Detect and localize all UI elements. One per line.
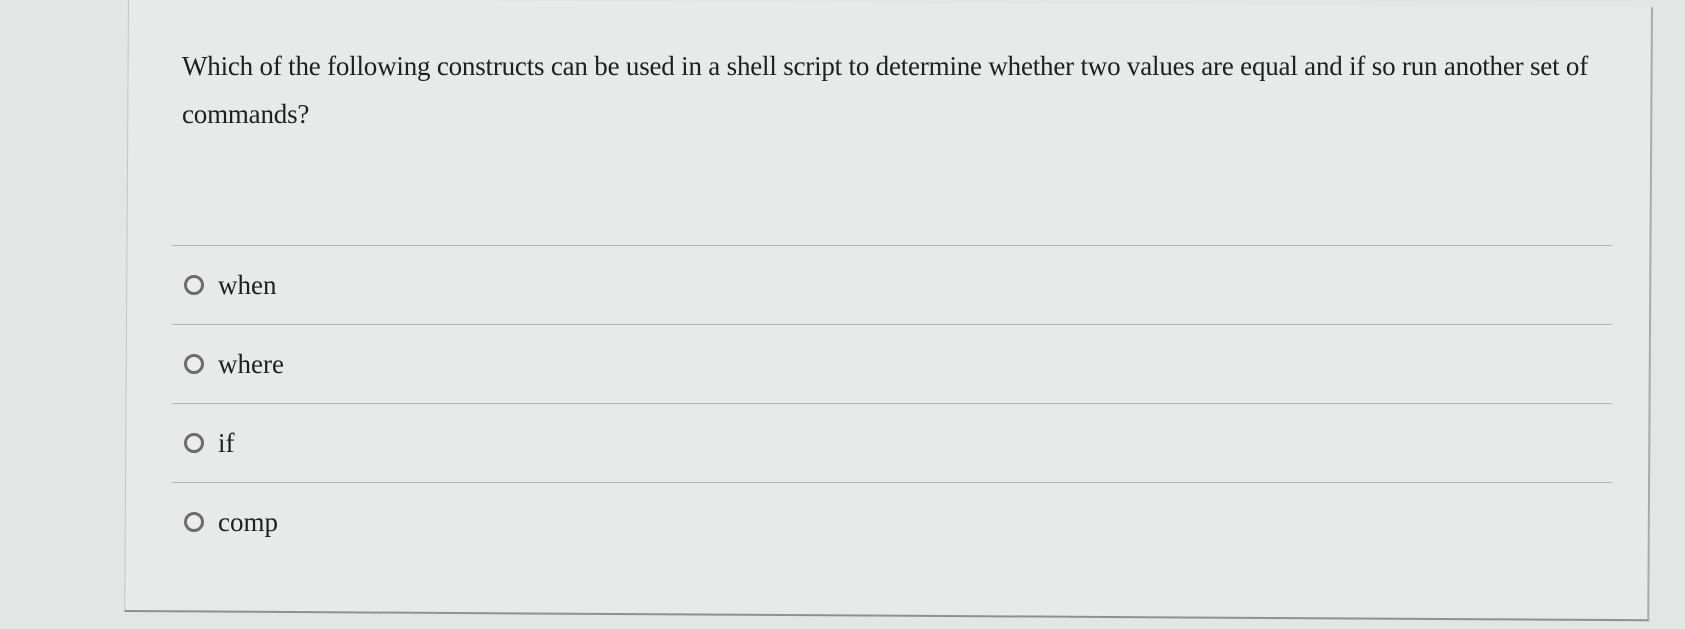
option-comp[interactable]: comp [172, 483, 1612, 561]
question-text: Which of the following constructs can be… [182, 51, 1589, 129]
radio-button-icon[interactable] [184, 354, 204, 374]
answer-options: when where if comp [172, 245, 1612, 561]
radio-button-icon[interactable] [184, 512, 204, 532]
radio-button-icon[interactable] [184, 433, 204, 453]
option-when[interactable]: when [172, 246, 1612, 324]
option-label: comp [218, 506, 278, 537]
option-where[interactable]: where [172, 325, 1612, 403]
option-label: if [218, 427, 235, 458]
radio-button-icon[interactable] [184, 275, 204, 295]
option-label: where [218, 348, 284, 379]
option-if[interactable]: if [172, 404, 1612, 482]
option-label: when [218, 269, 277, 300]
